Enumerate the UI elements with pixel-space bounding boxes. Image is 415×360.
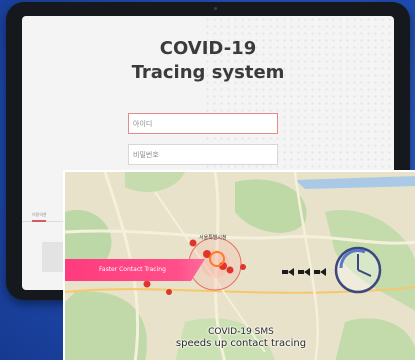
arrow-icon (282, 270, 288, 274)
arrow-icon (314, 270, 320, 274)
caption-line-1: COVID-19 SMS (208, 327, 274, 337)
arrow-icon (304, 268, 310, 276)
password-placeholder: 비밀번호 (133, 151, 159, 159)
arrow-icon (298, 270, 304, 274)
app-title: COVID-19 (159, 38, 257, 59)
password-input[interactable]: 비밀번호 (128, 144, 278, 165)
id-input[interactable]: 아이디 (128, 113, 278, 134)
location-marker (226, 266, 234, 274)
park-area (65, 291, 147, 360)
location-marker (143, 280, 151, 288)
arrow-icon (288, 268, 294, 276)
arrow-icon (320, 268, 326, 276)
banner-text: Faster Contact Tracing (99, 266, 166, 273)
location-marker (166, 289, 172, 295)
park-area (235, 179, 307, 233)
location-marker (240, 264, 246, 270)
id-placeholder: 아이디 (133, 120, 153, 128)
map-card: 서울특별시청 Faster Contact Tracing COVID-19 S… (63, 170, 415, 360)
faster-tracing-banner: Faster Contact Tracing (65, 259, 205, 281)
camera-icon (214, 7, 217, 10)
footer-accent (32, 220, 46, 222)
city-hall-label: 서울특별시청 (199, 235, 227, 241)
terms-link[interactable]: 이용약관 (32, 212, 47, 218)
river (295, 176, 415, 189)
app-subtitle: Tracing system (131, 62, 285, 83)
caption-line-2: speeds up contact tracing (175, 338, 307, 349)
park-area (125, 172, 185, 192)
location-marker (189, 239, 197, 247)
